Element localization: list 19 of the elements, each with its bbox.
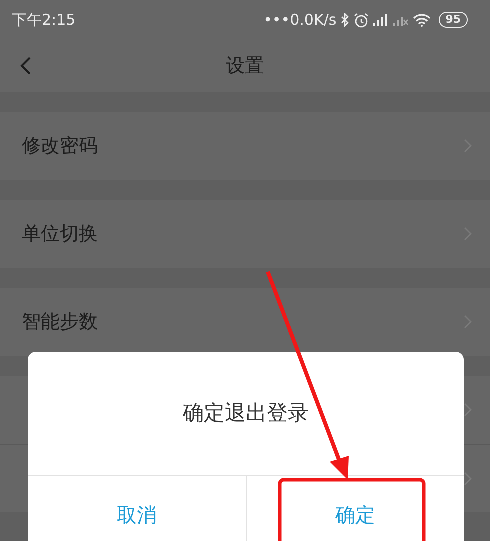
row-label: 修改密码 xyxy=(22,134,98,159)
dialog-message: 确定退出登录 xyxy=(183,400,309,427)
row-label: 智能步数 xyxy=(22,310,98,335)
settings-row[interactable]: 智能步数 xyxy=(0,288,490,356)
chevron-icon xyxy=(464,403,472,417)
network-speed: •••0.0K/s xyxy=(264,10,337,31)
status-time: 下午2:15 xyxy=(12,10,76,31)
row-label: 单位切换 xyxy=(22,222,98,247)
back-icon[interactable] xyxy=(20,56,32,76)
settings-row[interactable]: 修改密码 xyxy=(0,112,490,180)
battery-level: 95 xyxy=(438,12,468,28)
chevron-icon xyxy=(464,472,472,486)
settings-row[interactable]: 单位切换 xyxy=(0,200,490,268)
bluetooth-icon xyxy=(340,13,350,27)
wifi-icon xyxy=(412,14,431,26)
signal-icon xyxy=(372,14,389,26)
alarm-icon xyxy=(354,12,369,28)
no-signal-icon xyxy=(392,14,409,26)
page-title: 设置 xyxy=(226,54,264,79)
